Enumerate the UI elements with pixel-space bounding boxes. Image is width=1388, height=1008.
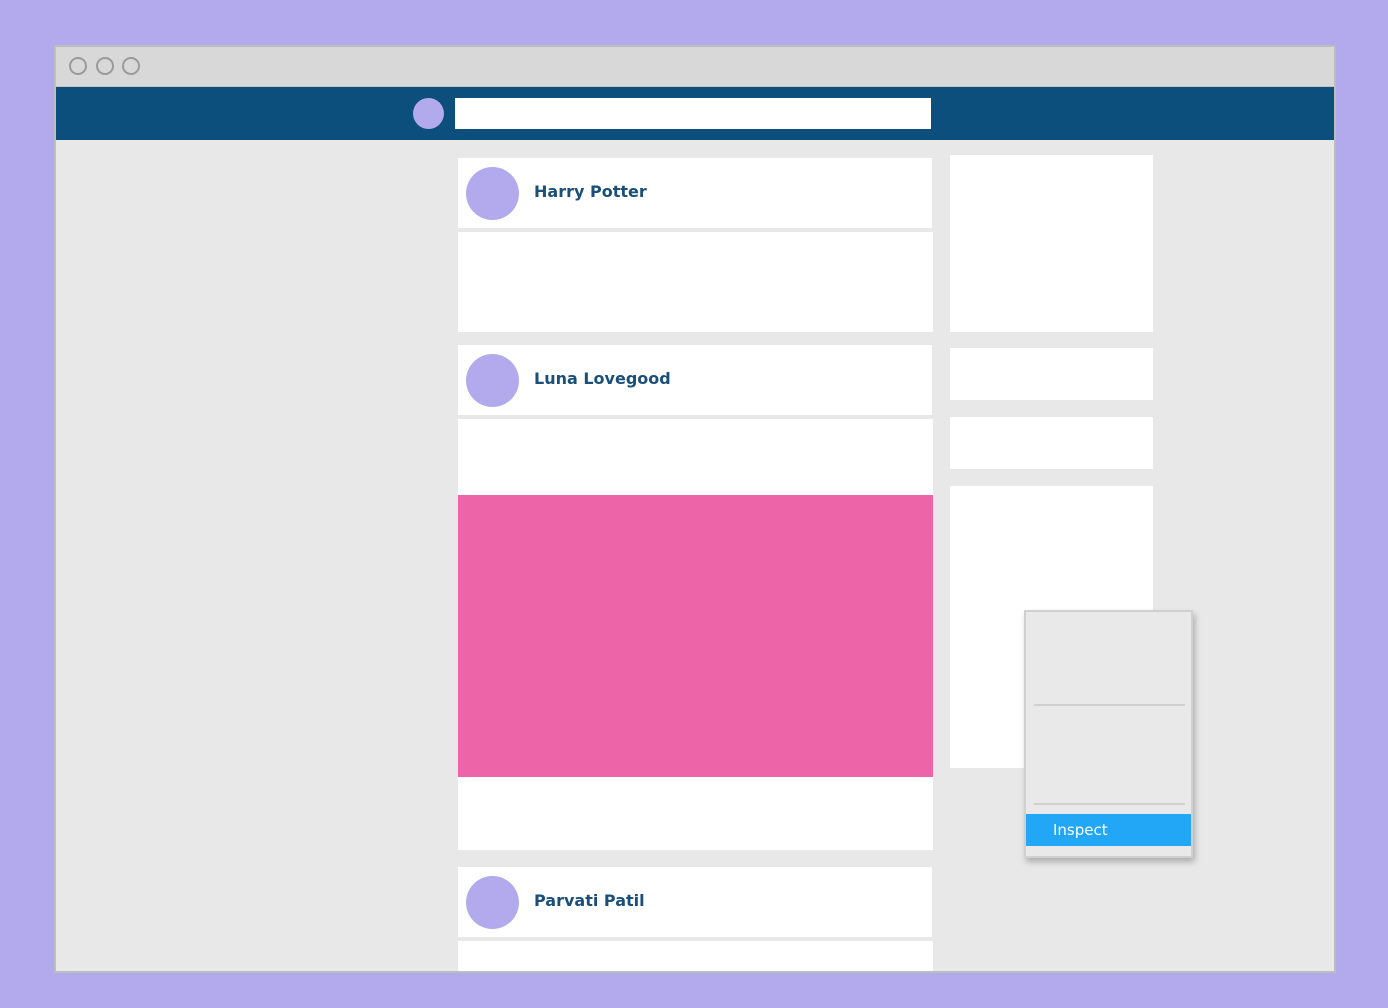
menu-divider	[1034, 803, 1185, 805]
post-image[interactable]	[458, 495, 933, 777]
browser-window: Harry Potter Luna Lovegood Parvati Patil…	[54, 45, 1336, 973]
context-menu: Inspect	[1024, 610, 1193, 858]
author-avatar[interactable]	[466, 167, 519, 220]
author-name[interactable]: Luna Lovegood	[534, 369, 671, 388]
author-name[interactable]: Harry Potter	[534, 182, 647, 201]
sidebar-card	[950, 155, 1153, 332]
post-body-3	[458, 941, 933, 971]
top-navbar	[56, 87, 1334, 140]
window-minimize-icon[interactable]	[96, 57, 114, 75]
window-maximize-icon[interactable]	[122, 57, 140, 75]
author-name[interactable]: Parvati Patil	[534, 891, 645, 910]
author-avatar[interactable]	[466, 876, 519, 929]
sidebar-card	[950, 417, 1153, 469]
sidebar-card	[950, 348, 1153, 400]
post-body-1	[458, 232, 933, 332]
search-input[interactable]	[455, 98, 931, 129]
menu-item-inspect[interactable]: Inspect	[1026, 814, 1191, 846]
post-header-1: Harry Potter	[458, 158, 932, 228]
profile-avatar[interactable]	[413, 98, 444, 129]
window-close-icon[interactable]	[69, 57, 87, 75]
post-header-3: Parvati Patil	[458, 867, 932, 937]
menu-divider	[1034, 704, 1185, 706]
post-text-2	[458, 419, 933, 495]
author-avatar[interactable]	[466, 354, 519, 407]
post-footer-2	[458, 777, 933, 850]
title-bar	[56, 47, 1334, 87]
post-header-2: Luna Lovegood	[458, 345, 932, 415]
